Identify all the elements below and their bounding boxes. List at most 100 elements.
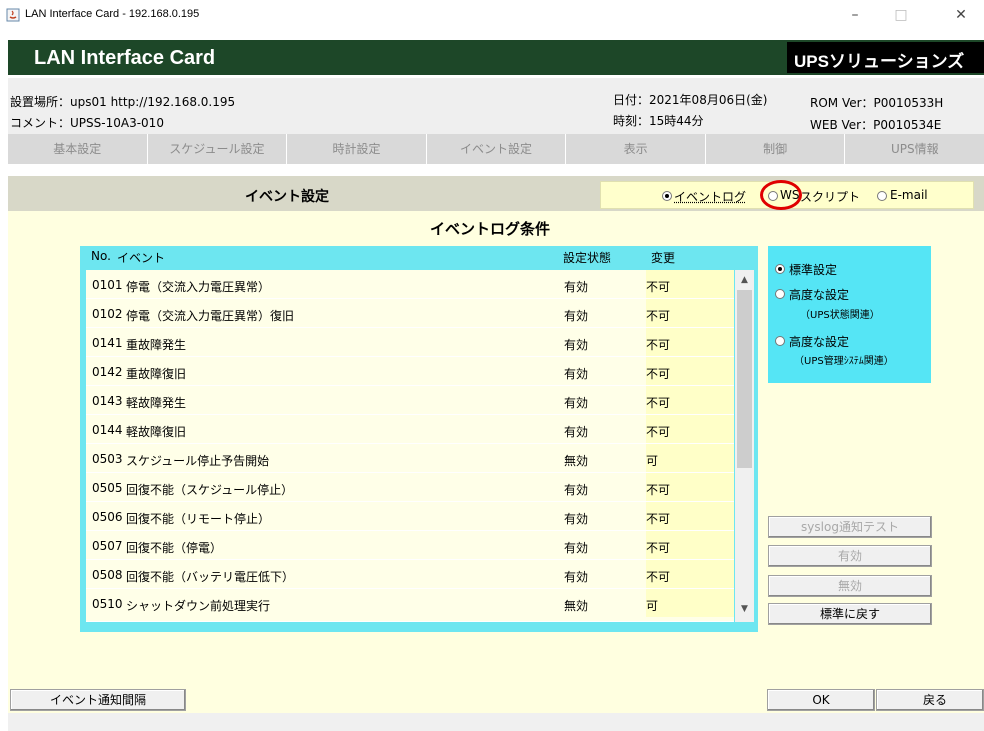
table-row[interactable]: 0508 回復不能（バッテリ電圧低下） 有効 不可 <box>86 560 734 589</box>
comment-value: UPSS-10A3-010 <box>70 116 164 130</box>
ok-button[interactable]: OK <box>767 689 875 711</box>
option-advanced-ups[interactable]: 高度な設定 <box>789 286 849 303</box>
scroll-up-icon[interactable]: ▲ <box>735 275 754 289</box>
cell-no: 0101 <box>92 278 123 292</box>
web-version: WEB Ver：P0010534E <box>810 116 941 133</box>
date-label: 日付： <box>613 93 650 107</box>
cell-state: 無効 <box>564 599 589 613</box>
cell-state: 有効 <box>564 396 589 410</box>
java-app-icon <box>6 8 20 22</box>
location-label: 設置場所： <box>10 95 71 109</box>
cell-change: 不可 <box>646 560 734 588</box>
cell-event: 停電（交流入力電圧異常） <box>126 280 271 294</box>
scroll-down-icon[interactable]: ▼ <box>735 604 754 618</box>
cell-no: 0505 <box>92 481 123 495</box>
cell-state: 有効 <box>564 512 589 526</box>
option-advanced-system[interactable]: 高度な設定 <box>789 333 849 350</box>
cell-change: 不可 <box>646 502 734 530</box>
tab-display[interactable]: 表示 <box>566 134 706 164</box>
location-info: 設置場所：ups01 http://192.168.0.195 <box>10 93 235 110</box>
event-interval-button[interactable]: イベント通知間隔 <box>10 689 186 711</box>
rom-label: ROM Ver： <box>810 96 874 110</box>
table-row[interactable]: 0142 重故障復旧 有効 不可 <box>86 357 734 386</box>
radio-email[interactable] <box>877 191 887 201</box>
date-info: 日付：2021年08月06日(金) <box>613 91 767 108</box>
tab-basic-settings[interactable]: 基本設定 <box>8 134 148 164</box>
bottom-strip <box>8 713 984 731</box>
tab-control[interactable]: 制御 <box>706 134 846 164</box>
radio-eventlog[interactable] <box>662 191 672 201</box>
cell-no: 0144 <box>92 423 123 437</box>
cell-event: 回復不能（バッテリ電圧低下） <box>126 570 295 584</box>
cell-no: 0142 <box>92 365 123 379</box>
cell-state: 無効 <box>564 454 589 468</box>
restore-default-button[interactable]: 標準に戻す <box>768 603 932 625</box>
radio-advanced-system[interactable] <box>775 336 785 346</box>
table-row[interactable]: 0503 スケジュール停止予告開始 無効 可 <box>86 444 734 473</box>
cell-state: 有効 <box>564 367 589 381</box>
tab-clock-settings[interactable]: 時計設定 <box>287 134 427 164</box>
cell-no: 0143 <box>92 394 123 408</box>
table-row[interactable]: 0510 シャットダウン前処理実行 無効 可 <box>86 589 734 622</box>
mode-label-email[interactable]: E-mail <box>890 188 928 202</box>
highlight-circle <box>760 180 802 210</box>
location-value: ups01 http://192.168.0.195 <box>70 95 236 109</box>
header-no: No. <box>91 249 111 263</box>
maximize-icon[interactable]: □ <box>878 5 924 25</box>
time-label: 時刻： <box>613 114 650 128</box>
table-row[interactable]: 0505 回復不能（スケジュール停止） 有効 不可 <box>86 473 734 502</box>
mode-label-eventlog[interactable]: イベントログ <box>674 188 746 205</box>
disable-button[interactable]: 無効 <box>768 575 932 597</box>
cell-state: 有効 <box>564 541 589 555</box>
condition-title: イベントログ条件 <box>430 220 551 238</box>
enable-button[interactable]: 有効 <box>768 545 932 567</box>
radio-advanced-ups[interactable] <box>775 289 785 299</box>
cell-no: 0506 <box>92 510 123 524</box>
rom-version: ROM Ver：P0010533H <box>810 94 943 111</box>
table-row[interactable]: 0141 重故障発生 有効 不可 <box>86 328 734 357</box>
cell-change: 可 <box>646 589 734 617</box>
table-row[interactable]: 0101 停電（交流入力電圧異常） 有効 不可 <box>86 270 734 299</box>
cell-no: 0507 <box>92 539 123 553</box>
table-row[interactable]: 0144 軽故障復旧 有効 不可 <box>86 415 734 444</box>
cell-event: 重故障発生 <box>126 338 187 352</box>
option-advanced-ups-sub: （UPS状態関連） <box>800 310 880 321</box>
comment-label: コメント： <box>10 116 71 130</box>
option-standard[interactable]: 標準設定 <box>789 261 837 278</box>
scrollbar-thumb[interactable] <box>737 290 752 468</box>
cell-state: 有効 <box>564 483 589 497</box>
cell-event: 軽故障発生 <box>126 396 187 410</box>
close-icon[interactable]: ✕ <box>938 5 984 25</box>
cell-state: 有効 <box>564 570 589 584</box>
cell-event: 重故障復旧 <box>126 367 187 381</box>
cell-no: 0141 <box>92 336 123 350</box>
cell-event: シャットダウン前処理実行 <box>126 599 271 613</box>
cell-change: 不可 <box>646 386 734 414</box>
cell-no: 0508 <box>92 568 123 582</box>
cell-event: スケジュール停止予告開始 <box>126 454 270 468</box>
back-button[interactable]: 戻る <box>876 689 984 711</box>
table-row[interactable]: 0143 軽故障発生 有効 不可 <box>86 386 734 415</box>
cell-event: 回復不能（停電） <box>126 541 223 555</box>
syslog-test-button[interactable]: syslog通知テスト <box>768 516 932 538</box>
table-row[interactable]: 0507 回復不能（停電） 有効 不可 <box>86 531 734 560</box>
cell-no: 0510 <box>92 597 123 611</box>
table-row[interactable]: 0506 回復不能（リモート停止） 有効 不可 <box>86 502 734 531</box>
tab-event-settings[interactable]: イベント設定 <box>427 134 567 164</box>
cell-change: 可 <box>646 444 734 472</box>
cell-event: 軽故障復旧 <box>126 425 187 439</box>
mode-label-script[interactable]: スクリプト <box>800 188 860 205</box>
table-row[interactable]: 0102 停電（交流入力電圧異常）復旧 有効 不可 <box>86 299 734 328</box>
rom-value: P0010533H <box>873 96 944 110</box>
cell-change: 不可 <box>646 531 734 559</box>
cell-change: 不可 <box>646 328 734 356</box>
tab-schedule-settings[interactable]: スケジュール設定 <box>148 134 288 164</box>
minimize-icon[interactable]: – <box>832 5 878 25</box>
cell-no: 0102 <box>92 307 123 321</box>
cell-change: 不可 <box>646 473 734 501</box>
radio-standard[interactable] <box>775 264 785 274</box>
comment-info: コメント：UPSS-10A3-010 <box>10 114 164 131</box>
cell-event: 回復不能（リモート停止） <box>126 512 271 526</box>
time-value: 15時44分 <box>649 114 704 128</box>
tab-ups-info[interactable]: UPS情報 <box>845 134 984 164</box>
